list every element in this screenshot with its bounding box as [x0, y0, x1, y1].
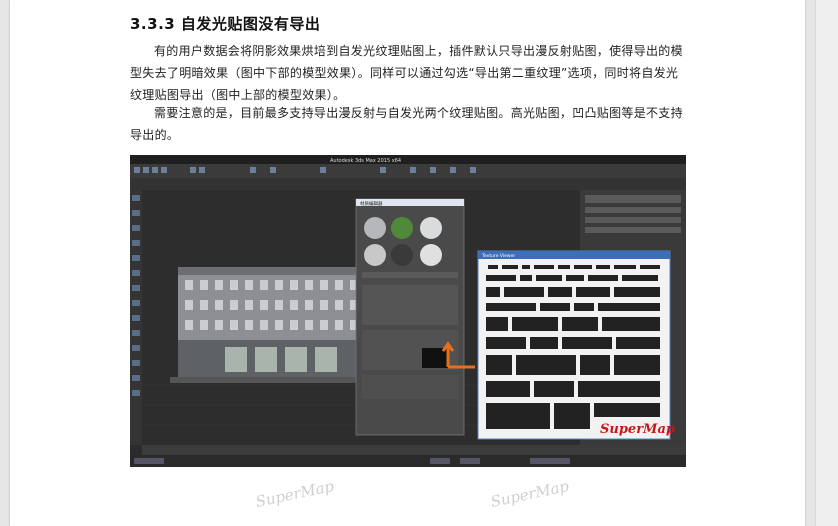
window-title: Autodesk 3ds Max 2015 x64	[330, 158, 401, 164]
document-page: 3.3.3 自发光贴图没有导出 有的用户数据会将阴影效果烘培到自发光纹理贴图上，…	[10, 0, 805, 526]
paragraph-2: 需要注意的是，目前最多支持导出漫反射与自发光两个纹理贴图。高光贴图，凹凸贴图等是…	[130, 106, 683, 142]
section-heading: 3.3.3 自发光贴图没有导出	[130, 15, 321, 33]
material-editor-title: 材质编辑器	[360, 200, 383, 207]
3dsmax-screenshot: Autodesk 3ds Max 2015 x64 材质编辑器 Texture …	[130, 155, 686, 467]
watermark-2: SuperMap	[488, 476, 571, 512]
watermark-1: SuperMap	[253, 476, 336, 512]
texture-viewer-title: Texture Viewer	[481, 253, 515, 259]
paragraph-1: 有的用户数据会将阴影效果烘培到自发光纹理贴图上，插件默认只导出漫反射贴图，使得导…	[130, 44, 683, 102]
red-watermark: SuperMap	[600, 422, 675, 437]
vertical-scrollbar[interactable]	[815, 0, 838, 526]
screenshot-figure: Autodesk 3ds Max 2015 x64 材质编辑器 Texture …	[130, 155, 686, 467]
